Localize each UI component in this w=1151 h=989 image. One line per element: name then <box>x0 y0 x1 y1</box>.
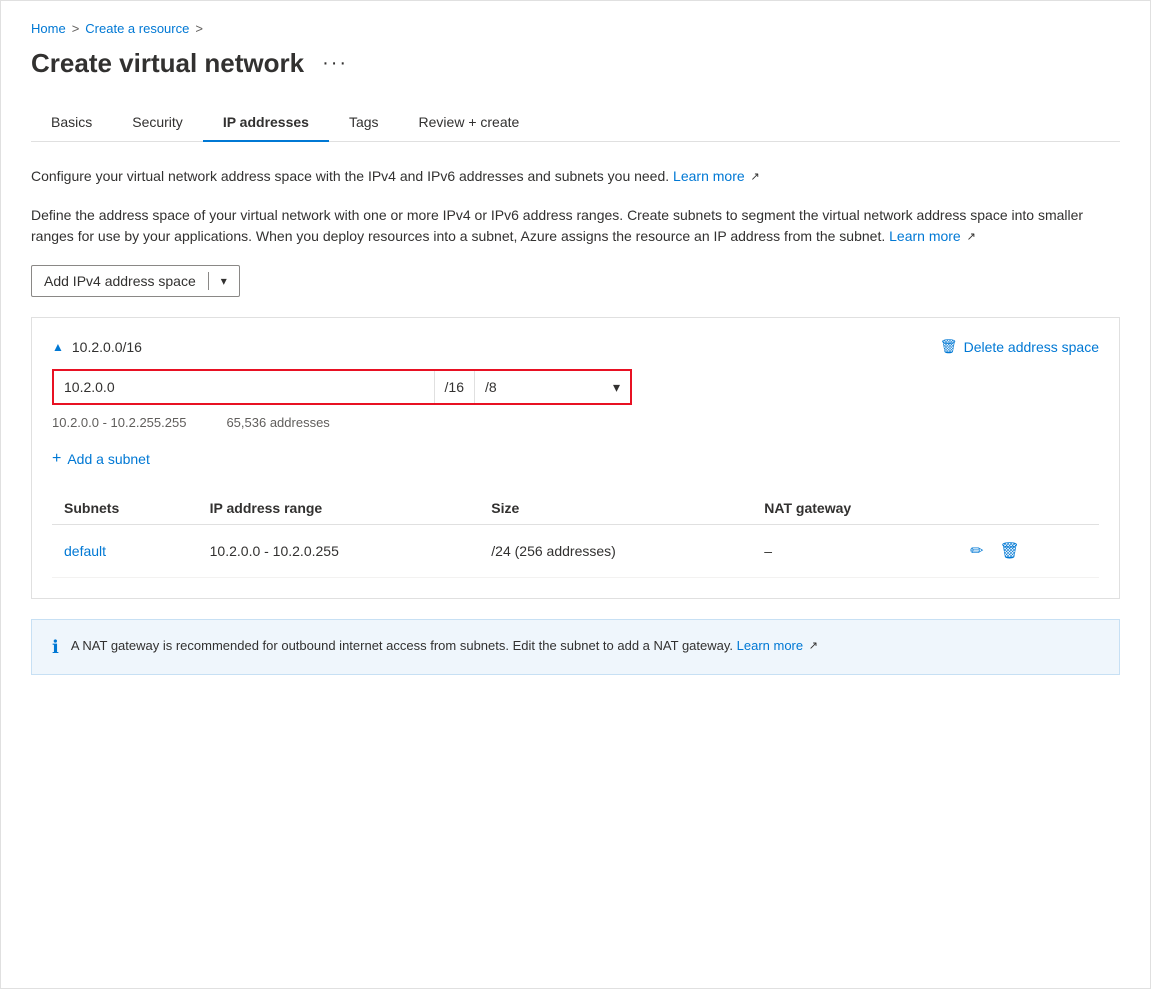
address-range-info: 10.2.0.0 - 10.2.255.255 65,536 addresses <box>52 415 1099 430</box>
col-header-ip-range: IP address range <box>198 492 480 525</box>
tab-review-create[interactable]: Review + create <box>399 104 540 142</box>
trash-icon: 🗑 <box>940 338 958 355</box>
breadcrumb: Home > Create a resource > <box>31 21 1120 36</box>
addresses-count-text: 65,536 addresses <box>226 415 329 430</box>
description-2: Define the address space of your virtual… <box>31 205 1120 247</box>
info-icon: ℹ <box>52 637 59 658</box>
cidr-prefix-label: /16 <box>435 371 475 403</box>
subnets-table: Subnets IP address range Size NAT gatewa… <box>52 492 1099 578</box>
add-subnet-label: Add a subnet <box>67 451 150 467</box>
subnets-table-body: default 10.2.0.0 - 10.2.0.255 /24 (256 a… <box>52 525 1099 578</box>
col-header-actions <box>956 492 1099 525</box>
info-banner-text: A NAT gateway is recommended for outboun… <box>71 636 818 656</box>
chevron-down-icon: ▾ <box>221 274 227 288</box>
subnet-ip-range-cell: 10.2.0.0 - 10.2.0.255 <box>198 525 480 578</box>
learn-more-link-1[interactable]: Learn more <box>673 168 745 184</box>
table-row: default 10.2.0.0 - 10.2.0.255 /24 (256 a… <box>52 525 1099 578</box>
col-header-size: Size <box>479 492 752 525</box>
address-block: ▲ 10.2.0.0/16 🗑 Delete address space /16… <box>31 317 1120 599</box>
page-title: Create virtual network <box>31 48 304 79</box>
breadcrumb-home[interactable]: Home <box>31 21 66 36</box>
subnet-size-cell: /24 (256 addresses) <box>479 525 752 578</box>
ip-range-text: 10.2.0.0 - 10.2.255.255 <box>52 415 186 430</box>
col-header-nat-gateway: NAT gateway <box>752 492 956 525</box>
cidr-select[interactable]: /8 /12 /16" selected>/16 /20 /24 <box>475 371 630 403</box>
breadcrumb-sep1: > <box>72 21 80 36</box>
external-link-icon-2: ↗ <box>967 229 976 246</box>
add-ipv4-address-space-button[interactable]: Add IPv4 address space ▾ <box>31 265 240 297</box>
chevron-up-icon: ▲ <box>52 340 64 354</box>
subnets-table-header: Subnets IP address range Size NAT gatewa… <box>52 492 1099 525</box>
subnet-actions-cell: ✏ 🗑 <box>956 525 1099 578</box>
cidr-select-container: /16 /8 /12 /16" selected>/16 /20 /24 ▾ <box>434 371 630 403</box>
address-block-header: ▲ 10.2.0.0/16 🗑 Delete address space <box>52 338 1099 355</box>
action-icons: ✏ 🗑 <box>968 539 1087 563</box>
external-link-icon-1: ↗ <box>751 169 760 186</box>
tab-tags[interactable]: Tags <box>329 104 399 142</box>
external-link-icon-3: ↗ <box>809 638 818 655</box>
delete-address-label: Delete address space <box>964 339 1099 355</box>
add-address-label: Add IPv4 address space <box>44 273 196 289</box>
delete-subnet-button[interactable]: 🗑 <box>998 539 1022 563</box>
breadcrumb-create-resource[interactable]: Create a resource <box>85 21 189 36</box>
tab-ip-addresses[interactable]: IP addresses <box>203 104 329 142</box>
ellipsis-button[interactable]: ··· <box>316 50 354 77</box>
tab-security[interactable]: Security <box>112 104 203 142</box>
breadcrumb-sep2: > <box>195 21 203 36</box>
edit-subnet-button[interactable]: ✏ <box>968 539 985 563</box>
page-title-row: Create virtual network ··· <box>31 48 1120 79</box>
description-1: Configure your virtual network address s… <box>31 166 1120 187</box>
tab-basics[interactable]: Basics <box>31 104 112 142</box>
col-header-subnets: Subnets <box>52 492 198 525</box>
learn-more-link-2[interactable]: Learn more <box>889 228 961 244</box>
tabs-nav: Basics Security IP addresses Tags Review… <box>31 103 1120 142</box>
cidr-dropdown-wrapper: /8 /12 /16" selected>/16 /20 /24 ▾ <box>475 371 630 403</box>
address-block-title: ▲ 10.2.0.0/16 <box>52 339 142 355</box>
info-learn-more-link[interactable]: Learn more <box>737 638 803 653</box>
add-subnet-button[interactable]: + Add a subnet <box>52 450 150 468</box>
info-banner: ℹ A NAT gateway is recommended for outbo… <box>31 619 1120 675</box>
delete-address-space-button[interactable]: 🗑 Delete address space <box>940 338 1099 355</box>
plus-icon: + <box>52 450 61 468</box>
subnet-name-cell[interactable]: default <box>52 525 198 578</box>
button-divider <box>208 272 209 290</box>
ip-input-row: /16 /8 /12 /16" selected>/16 /20 /24 ▾ <box>52 369 632 405</box>
address-cidr-label: 10.2.0.0/16 <box>72 339 142 355</box>
ip-address-input[interactable] <box>54 371 434 403</box>
page-container: Home > Create a resource > Create virtua… <box>0 0 1151 989</box>
subnet-nat-gateway-cell: – <box>752 525 956 578</box>
